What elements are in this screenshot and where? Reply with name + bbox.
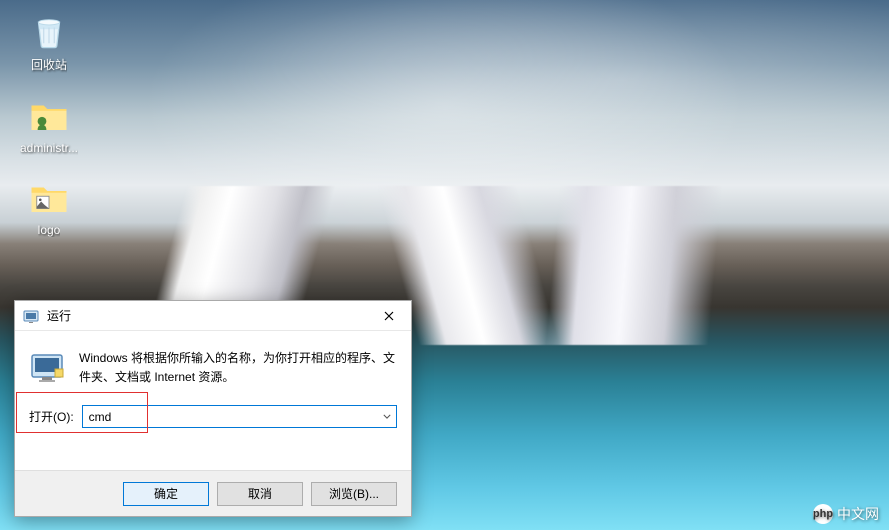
open-input[interactable]	[83, 408, 378, 426]
watermark-text: 中文网	[837, 504, 879, 524]
desktop-icon-label: logo	[38, 223, 61, 237]
desktop-icon-folder-administr[interactable]: administr...	[12, 93, 86, 157]
close-button[interactable]	[366, 301, 411, 331]
chevron-down-icon	[383, 414, 391, 419]
cancel-button[interactable]: 取消	[217, 482, 303, 506]
close-icon	[384, 311, 394, 321]
folder-icon	[28, 177, 70, 219]
ok-button[interactable]: 确定	[123, 482, 209, 506]
desktop-icon-area: 回收站 administr... logo	[12, 8, 86, 239]
run-dialog: 运行 Windows 将根据你所输入的名称，为你打开相应的程序、文件夹、文档或 …	[14, 300, 412, 517]
recycle-bin-icon	[28, 10, 70, 52]
folder-icon	[28, 95, 70, 137]
desktop-icon-label: administr...	[20, 141, 78, 155]
open-input-row: 打开(O):	[29, 405, 397, 428]
watermark: php 中文网	[813, 504, 879, 524]
dialog-description: Windows 将根据你所输入的名称，为你打开相应的程序、文件夹、文档或 Int…	[79, 349, 397, 387]
dialog-title: 运行	[47, 307, 366, 324]
dialog-body: Windows 将根据你所输入的名称，为你打开相应的程序、文件夹、文档或 Int…	[15, 331, 411, 470]
dialog-description-row: Windows 将根据你所输入的名称，为你打开相应的程序、文件夹、文档或 Int…	[29, 349, 397, 387]
open-combobox[interactable]	[82, 405, 397, 428]
watermark-logo-icon: php	[813, 504, 833, 524]
run-app-icon	[23, 308, 39, 324]
run-dialog-icon	[29, 349, 65, 385]
browse-button[interactable]: 浏览(B)...	[311, 482, 397, 506]
desktop-icon-recycle-bin[interactable]: 回收站	[12, 8, 86, 75]
combobox-dropdown-button[interactable]	[378, 406, 396, 427]
open-label: 打开(O):	[29, 408, 74, 425]
dialog-button-bar: 确定 取消 浏览(B)...	[15, 470, 411, 516]
desktop-icon-label: 回收站	[31, 56, 67, 73]
desktop-icon-folder-logo[interactable]: logo	[12, 175, 86, 239]
dialog-titlebar[interactable]: 运行	[15, 301, 411, 331]
